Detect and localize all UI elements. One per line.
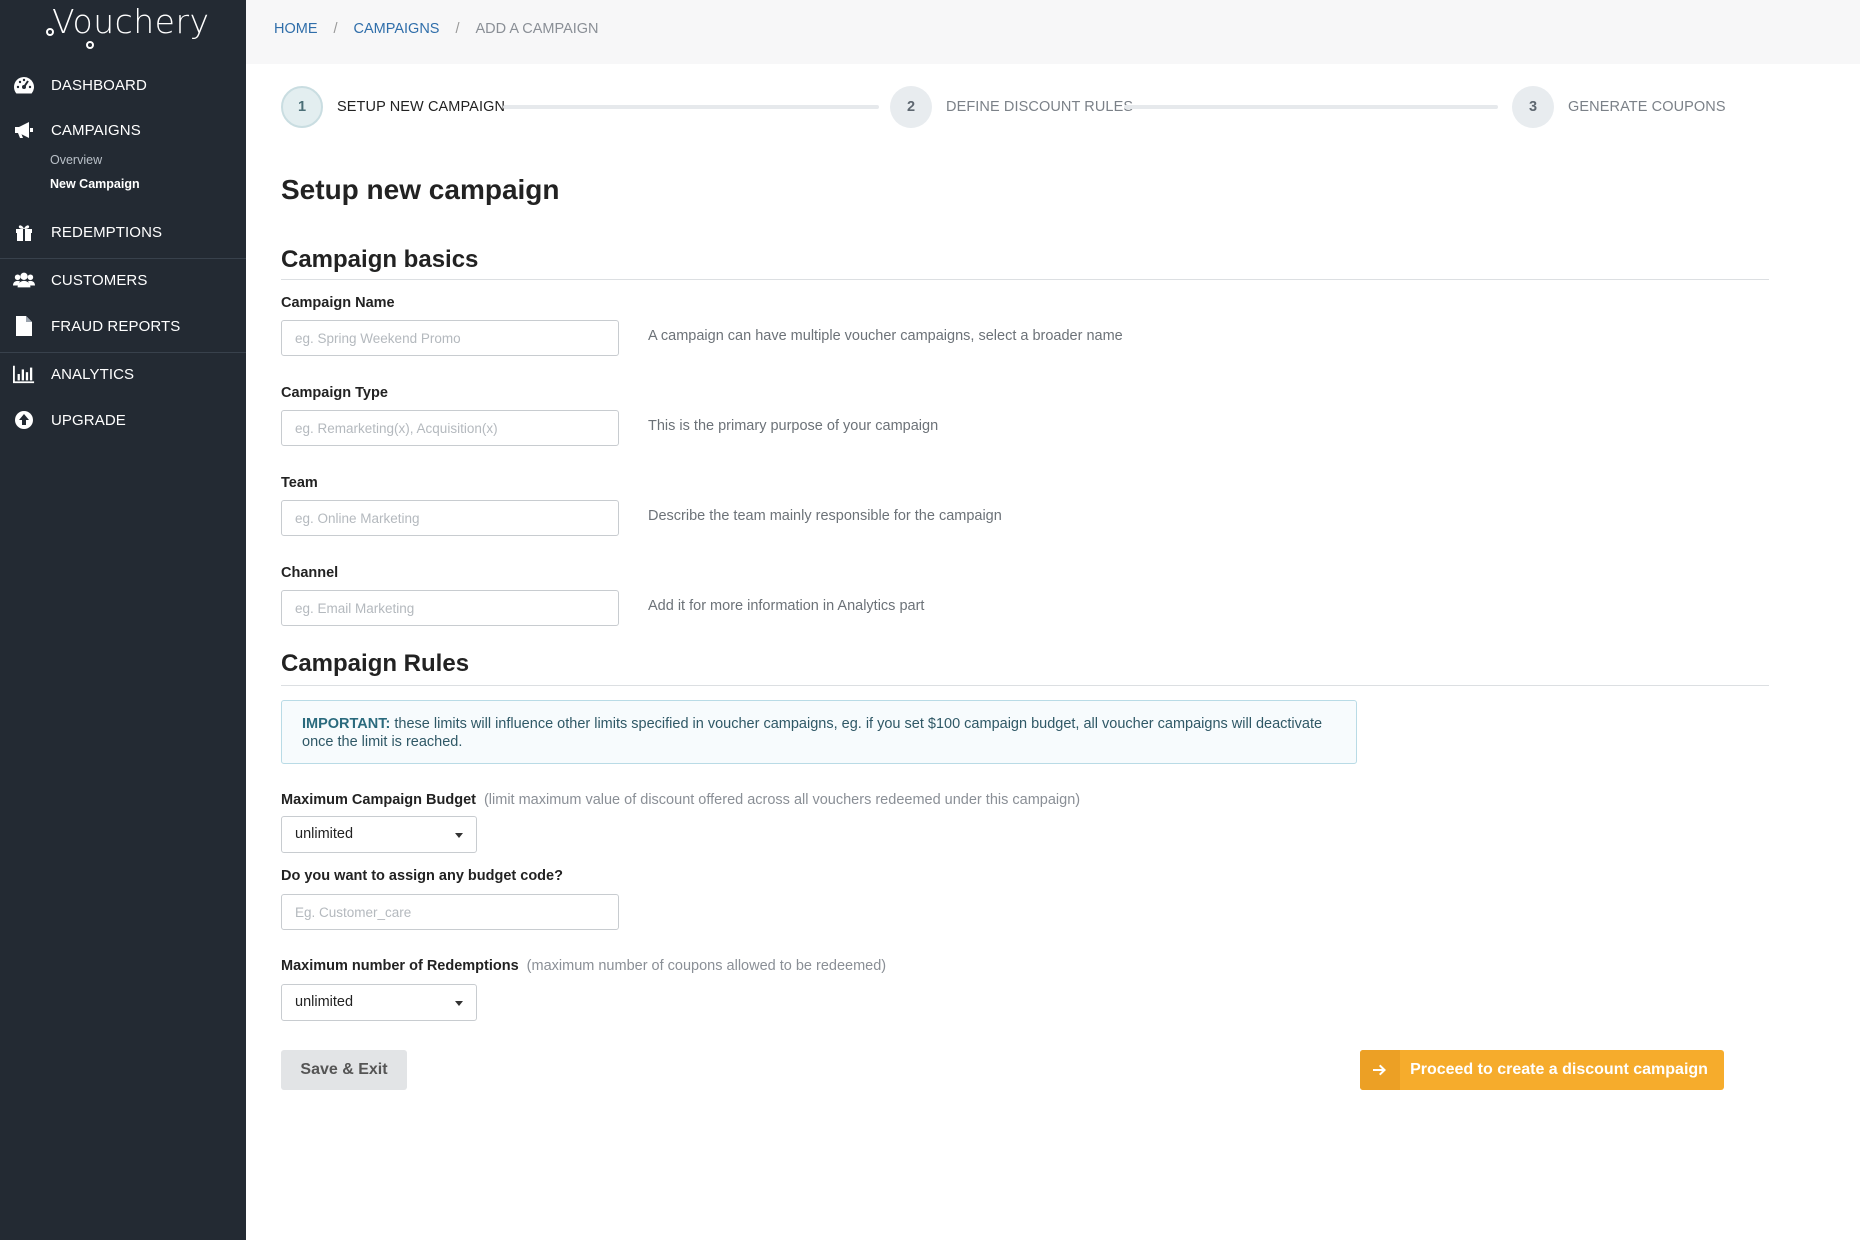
main-content: 1 SETUP NEW CAMPAIGN 2 DEFINE DISCOUNT R… [246, 64, 1860, 1240]
breadcrumb: HOME / CAMPAIGNS / ADD A CAMPAIGN [274, 21, 599, 37]
breadcrumb-current: ADD A CAMPAIGN [475, 21, 599, 37]
team-help: Describe the team mainly responsible for… [648, 508, 1002, 524]
sidebar-item-campaigns[interactable]: CAMPAIGNS [0, 110, 246, 150]
channel-input[interactable] [281, 590, 619, 626]
step-number: 3 [1512, 86, 1554, 128]
channel-label: Channel [281, 565, 339, 581]
sidebar-item-label: REDEMPTIONS [51, 223, 163, 241]
step-2[interactable]: 2 DEFINE DISCOUNT RULES [890, 86, 1133, 128]
step-number: 1 [281, 86, 323, 128]
budget-label-text: Maximum Campaign Budget [281, 792, 476, 808]
sidebar-divider [0, 352, 246, 353]
breadcrumb-separator: / [333, 21, 338, 37]
section-divider [281, 685, 1769, 686]
budget-label: Maximum Campaign Budget (limit maximum va… [281, 792, 1080, 808]
sidebar-item-upgrade[interactable]: UPGRADE [0, 400, 246, 440]
megaphone-icon [13, 119, 35, 141]
campaign-name-input[interactable] [281, 320, 619, 356]
logo-dot-bottom [86, 41, 94, 49]
step-label: DEFINE DISCOUNT RULES [946, 99, 1134, 115]
team-input[interactable] [281, 500, 619, 536]
sidebar-item-dashboard[interactable]: DASHBOARD [0, 65, 246, 105]
budget-select-value: unlimited [295, 826, 354, 842]
step-connector [1124, 105, 1498, 109]
sidebar-item-redemptions[interactable]: REDEMPTIONS [0, 212, 246, 252]
page-title: Setup new campaign [281, 174, 560, 205]
sidebar-subitem-overview[interactable]: Overview [50, 153, 102, 167]
important-alert: IMPORTANT: these limits will influence o… [281, 700, 1357, 764]
redemptions-label: Maximum number of Redemptions (maximum nu… [281, 958, 886, 974]
campaign-name-help: A campaign can have multiple voucher cam… [648, 328, 1123, 344]
vouchery-logo[interactable]: Vouchery [46, 2, 209, 54]
sidebar-item-label: UPGRADE [51, 411, 126, 429]
dashboard-icon [13, 74, 35, 96]
users-icon [13, 269, 35, 291]
step-label: SETUP NEW CAMPAIGN [337, 99, 506, 115]
proceed-button[interactable]: Proceed to create a discount campaign [1360, 1050, 1724, 1090]
sidebar-item-customers[interactable]: CUSTOMERS [0, 260, 246, 300]
sidebar-subitem-new-campaign[interactable]: New Campaign [50, 177, 140, 191]
sidebar-divider [0, 258, 246, 259]
save-exit-button[interactable]: Save & Exit [281, 1050, 407, 1090]
redemptions-select-value: unlimited [295, 994, 354, 1010]
redemptions-select[interactable]: unlimited [281, 984, 477, 1021]
sidebar-item-analytics[interactable]: ANALYTICS [0, 354, 246, 394]
campaign-name-label: Campaign Name [281, 295, 395, 311]
budget-select[interactable]: unlimited [281, 816, 477, 853]
step-1[interactable]: 1 SETUP NEW CAMPAIGN [281, 86, 505, 128]
budget-code-input[interactable] [281, 894, 619, 930]
caret-down-icon [455, 833, 463, 838]
sidebar: Vouchery DASHBOARD CAMPAIGNS Overview Ne… [0, 0, 246, 1240]
bar-chart-icon [13, 363, 35, 385]
redemptions-note: (maximum number of coupons allowed to be… [526, 958, 887, 974]
upgrade-icon [13, 409, 35, 431]
proceed-button-label: Proceed to create a discount campaign [1410, 1061, 1708, 1078]
step-3[interactable]: 3 GENERATE COUPONS [1512, 86, 1726, 128]
top-bar: HOME / CAMPAIGNS / ADD A CAMPAIGN [246, 0, 1860, 64]
caret-down-icon [455, 1001, 463, 1006]
step-label: GENERATE COUPONS [1568, 99, 1726, 115]
sidebar-item-label: CUSTOMERS [51, 271, 148, 289]
campaign-type-label: Campaign Type [281, 385, 388, 401]
campaign-type-input[interactable] [281, 410, 619, 446]
breadcrumb-campaigns[interactable]: CAMPAIGNS [354, 21, 440, 37]
budget-note: (limit maximum value of discount offered… [483, 792, 1081, 808]
breadcrumb-home[interactable]: HOME [274, 21, 318, 37]
alert-text: these limits will influence other limits… [302, 716, 1323, 750]
logo-text: Vouchery [52, 2, 210, 41]
budget-code-label: Do you want to assign any budget code? [281, 868, 563, 884]
sidebar-item-label: CAMPAIGNS [51, 121, 141, 139]
team-label: Team [281, 475, 318, 491]
alert-strong: IMPORTANT: [302, 716, 391, 732]
breadcrumb-separator: / [455, 21, 460, 37]
file-icon [13, 315, 35, 337]
campaign-type-help: This is the primary purpose of your camp… [648, 418, 939, 434]
channel-help: Add it for more information in Analytics… [648, 598, 925, 614]
redemptions-label-text: Maximum number of Redemptions [281, 958, 519, 974]
step-number: 2 [890, 86, 932, 128]
section-title-rules: Campaign Rules [281, 650, 470, 677]
section-divider [281, 279, 1769, 280]
arrow-right-icon [1360, 1050, 1400, 1090]
sidebar-item-label: DASHBOARD [51, 76, 147, 94]
section-title-basics: Campaign basics [281, 246, 479, 273]
logo-dot-left [46, 28, 54, 36]
gift-icon [13, 221, 35, 243]
step-connector [503, 105, 879, 109]
sidebar-item-fraud-reports[interactable]: FRAUD REPORTS [0, 306, 246, 346]
sidebar-item-label: FRAUD REPORTS [51, 317, 181, 335]
sidebar-item-label: ANALYTICS [51, 365, 135, 383]
